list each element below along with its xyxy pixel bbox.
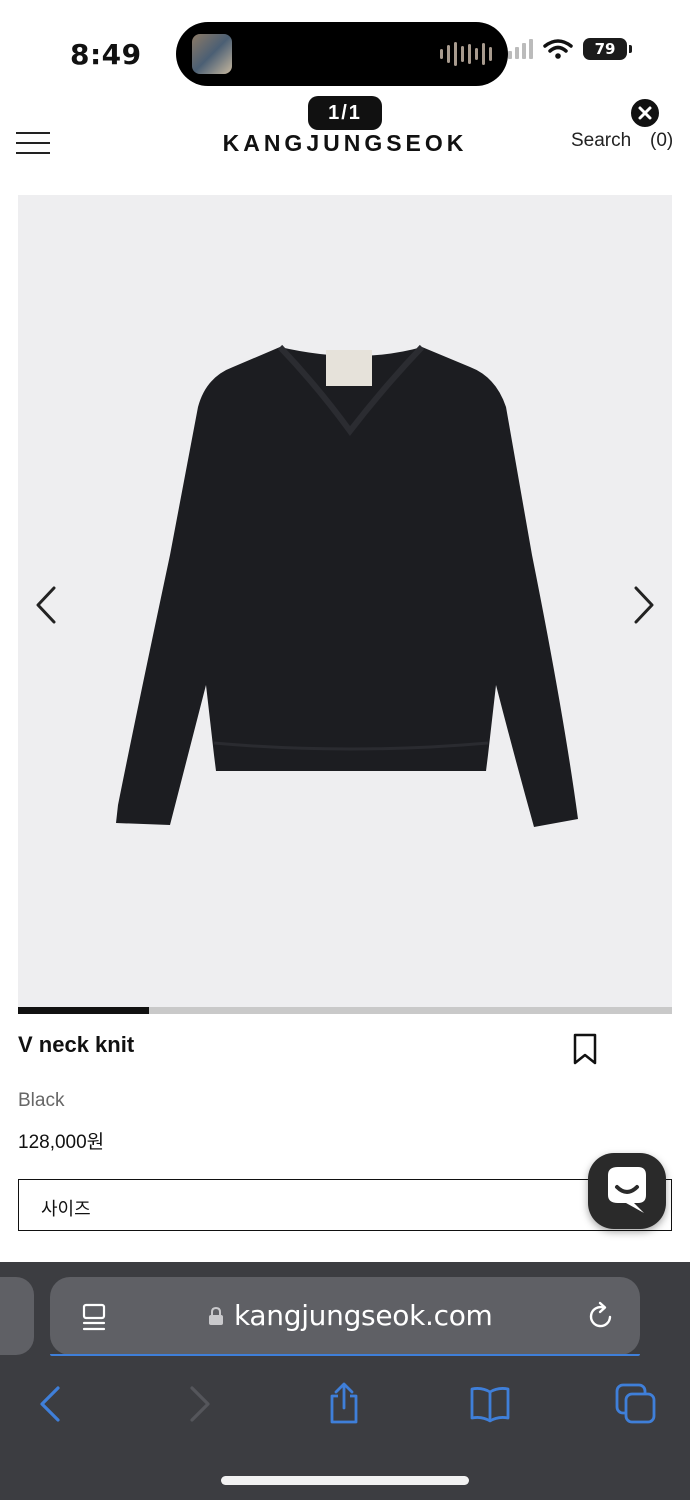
audio-waveform-icon xyxy=(440,42,492,66)
carousel-next-icon[interactable] xyxy=(628,585,658,625)
status-time: 8:49 xyxy=(70,38,142,71)
wifi-icon xyxy=(543,39,573,59)
cellular-signal-icon xyxy=(508,39,533,59)
reload-icon[interactable] xyxy=(586,1301,616,1331)
share-icon[interactable] xyxy=(322,1382,366,1426)
home-indicator xyxy=(221,1476,469,1485)
back-icon[interactable] xyxy=(28,1382,72,1426)
carousel-progress xyxy=(18,1007,672,1014)
url-text: kangjungseok.com xyxy=(234,1299,493,1332)
bookmark-icon[interactable] xyxy=(572,1032,598,1066)
page-menu-icon[interactable] xyxy=(80,1302,108,1332)
browser-toolbar: kangjungseok.com xyxy=(0,1262,690,1500)
product-price: 128,000원 xyxy=(18,1132,105,1153)
product-name: V neck knit xyxy=(18,1032,135,1057)
bookmarks-icon[interactable] xyxy=(468,1382,512,1426)
chat-icon xyxy=(608,1167,646,1213)
dynamic-island[interactable] xyxy=(176,22,508,86)
sweater-image xyxy=(116,344,578,827)
size-select[interactable]: 사이즈 xyxy=(18,1179,672,1231)
status-bar: 8:49 79 xyxy=(0,0,690,100)
forward-icon[interactable] xyxy=(178,1382,222,1426)
now-playing-thumbnail xyxy=(192,34,232,74)
status-icons: 79 xyxy=(508,38,632,60)
search-link[interactable]: Search xyxy=(571,130,631,152)
address-bar[interactable]: kangjungseok.com xyxy=(50,1277,640,1355)
size-select-label: 사이즈 xyxy=(41,1199,91,1220)
chat-button[interactable] xyxy=(588,1153,666,1229)
carousel-prev-icon[interactable] xyxy=(32,585,62,625)
cart-count[interactable]: (0) xyxy=(650,130,673,152)
tabs-icon[interactable] xyxy=(614,1382,658,1426)
close-icon[interactable] xyxy=(629,97,661,129)
product-color: Black xyxy=(18,1090,65,1111)
previous-tab-peek[interactable] xyxy=(0,1277,34,1355)
product-image[interactable] xyxy=(18,195,672,1007)
battery-icon: 79 xyxy=(583,38,632,60)
carousel-progress-fill xyxy=(18,1007,149,1014)
lock-icon xyxy=(209,1306,223,1325)
address-bar-accent xyxy=(50,1354,640,1356)
site-header: KANGJUNGSEOK Search (0) xyxy=(0,97,690,180)
